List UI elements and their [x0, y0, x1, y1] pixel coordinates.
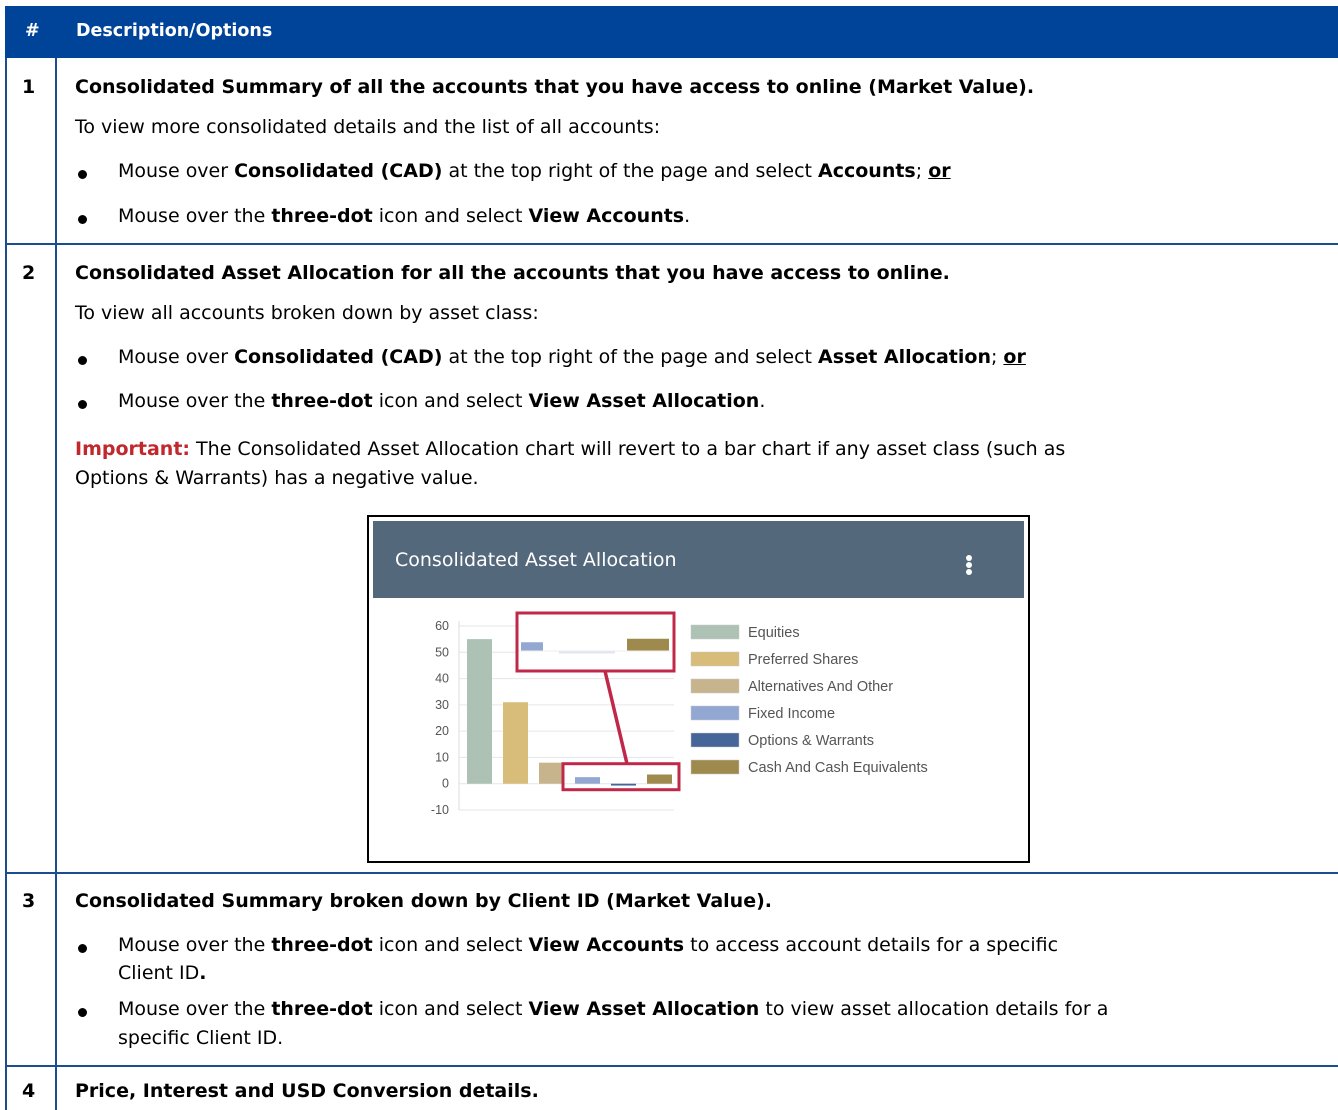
y-tick-label: 0	[442, 777, 449, 791]
legend-swatch	[690, 732, 740, 748]
y-tick-label: 50	[435, 645, 449, 659]
bullet-icon	[78, 356, 87, 365]
legend-swatch	[690, 705, 740, 721]
asset-allocation-chart: 60 50 40 30 20 10 0 -10 Equities Preferred Shares…	[431, 611, 928, 817]
chart-bar	[467, 639, 492, 784]
row-intro: To view all accounts broken down by asse…	[75, 302, 539, 324]
legend-label: Equities	[748, 625, 800, 641]
zoomed-chart-bar	[521, 642, 543, 651]
legend-swatch	[690, 759, 740, 775]
chart-bar	[647, 774, 672, 784]
chart-bar	[503, 702, 528, 784]
list-item-cont: Client ID.	[118, 962, 207, 984]
important-label: Important:	[75, 438, 191, 460]
list-item: Mouse over the three-dot icon and select…	[118, 390, 766, 412]
row-number: 3	[22, 890, 36, 912]
legend-swatch	[690, 651, 740, 667]
row-divider	[5, 243, 1338, 245]
y-tick-label: 30	[435, 698, 449, 712]
row-divider	[5, 872, 1338, 874]
list-item: Mouse over the three-dot icon and select…	[118, 205, 691, 227]
row-title: Consolidated Summary of all the accounts…	[75, 76, 1035, 98]
row-intro: To view more consolidated details and th…	[75, 116, 661, 138]
row-divider	[5, 1065, 1338, 1067]
table-column-divider	[55, 58, 57, 1110]
y-tick-label: 60	[435, 619, 449, 633]
list-item: Mouse over Consolidated (CAD) at the top…	[118, 346, 1026, 368]
bullet-icon	[78, 400, 87, 409]
list-item: Mouse over the three-dot icon and select…	[118, 998, 1109, 1020]
row-title: Consolidated Summary broken down by Clie…	[75, 890, 772, 912]
header-title: Description/Options	[76, 21, 273, 41]
list-item-cont: specific Client ID.	[118, 1027, 284, 1049]
legend-label: Cash And Cash Equivalents	[748, 760, 928, 776]
zoomed-chart-bar	[627, 638, 669, 651]
widget-header: Consolidated Asset Allocation	[373, 521, 1024, 598]
chart-bar	[539, 762, 564, 784]
important-note-cont: Options & Warrants) has a negative value…	[75, 467, 479, 489]
list-item: Mouse over the three-dot icon and select…	[118, 934, 1059, 956]
legend-label: Alternatives And Other	[748, 679, 893, 695]
legend-label: Options & Warrants	[748, 733, 874, 749]
bullet-icon	[78, 170, 87, 179]
chart-bar	[575, 777, 600, 784]
header-num: #	[25, 21, 40, 41]
list-item: Mouse over Consolidated (CAD) at the top…	[118, 160, 951, 182]
row-number: 2	[22, 262, 36, 284]
table-border-left	[5, 58, 7, 1110]
legend-swatch	[690, 678, 740, 694]
y-tick-label: 20	[435, 724, 449, 738]
table-header: # Description/Options	[5, 6, 1338, 58]
bullet-icon	[78, 215, 87, 224]
y-tick-label: 10	[435, 750, 449, 764]
description-options-table: # Description/Options 1 Consolidated Sum…	[0, 0, 1338, 1110]
bullet-icon	[78, 1008, 87, 1017]
y-tick-label: -10	[431, 803, 449, 817]
row-number: 4	[22, 1080, 36, 1102]
chart-bar	[611, 783, 636, 786]
asset-allocation-widget-screenshot: Consolidated Asset Allocation 60 50 40 30 20…	[367, 515, 1030, 863]
legend-swatch	[690, 624, 740, 640]
row-title: Price, Interest and USD Conversion detai…	[75, 1080, 539, 1102]
bullet-icon	[78, 944, 87, 953]
row-number: 1	[22, 76, 36, 98]
highlight-connector	[603, 670, 629, 765]
important-note: Important: The Consolidated Asset Alloca…	[75, 438, 1066, 460]
legend-label: Fixed Income	[748, 706, 835, 722]
widget-title: Consolidated Asset Allocation	[395, 549, 677, 571]
y-tick-label: 40	[435, 672, 449, 686]
legend-label: Preferred Shares	[748, 652, 858, 668]
row-title: Consolidated Asset Allocation for all th…	[75, 262, 950, 284]
